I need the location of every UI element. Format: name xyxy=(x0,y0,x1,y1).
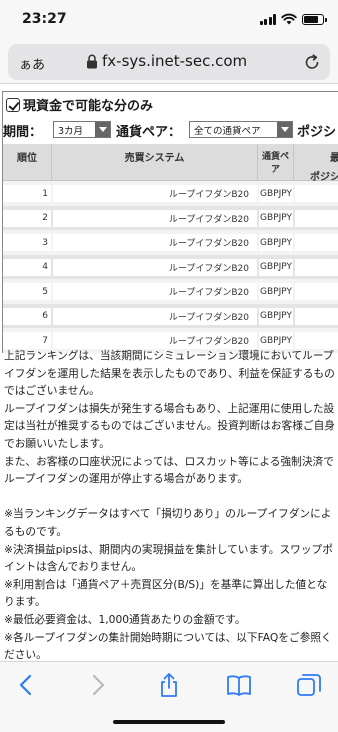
pair-cell: GBPJPY xyxy=(259,258,293,276)
table-row[interactable]: 5 ループイフダンB20 GBPJPY xyxy=(3,279,338,304)
period-select[interactable]: 3カ月 xyxy=(53,121,111,138)
header-rank[interactable]: 順位 xyxy=(3,144,52,181)
chevron-left-icon[interactable] xyxy=(14,672,40,698)
table-row[interactable]: 1 ループイフダンB20 GBPJPY xyxy=(3,181,338,206)
note-paragraph: ※利用割合は「通貨ペア＋売買区分(B/S)」を基準に算出した値となります。 xyxy=(4,577,328,609)
share-icon[interactable] xyxy=(156,672,182,698)
header-max-label: 最大 xyxy=(330,153,338,164)
max-position-cell xyxy=(295,283,338,300)
ranking-table: 順位 売買システム 通貨ペア 最大 ポジショ 1ループイフダンB20GBPJPY… xyxy=(3,144,338,353)
browser-toolbar xyxy=(0,661,338,732)
rank-cell: 1 xyxy=(3,185,51,202)
max-position-cell xyxy=(295,209,338,227)
rank-cell: 2 xyxy=(3,209,51,227)
rank-cell: 3 xyxy=(3,234,51,251)
table-body: 1 ループイフダンB20 GBPJPY 2 ループイフダンB20 GBPJPY 3 ループイフ… xyxy=(3,181,338,353)
reload-icon[interactable] xyxy=(303,53,321,71)
header-max-position[interactable]: 最大 ポジショ xyxy=(294,144,338,183)
pair-select-value: 全ての通貨ペア xyxy=(194,125,261,137)
header-pair[interactable]: 通貨ペア xyxy=(258,144,294,181)
max-position-cell xyxy=(295,258,338,276)
book-icon[interactable] xyxy=(226,672,252,698)
disclaimer-paragraph: ループイフダンは損失が発生する場合もあり、上記運用に使用した設定は当社が推奨する… xyxy=(4,401,335,450)
rank-cell: 6 xyxy=(3,307,51,325)
max-position-cell xyxy=(295,234,338,251)
header-system[interactable]: 売買システム xyxy=(52,144,258,181)
table-row[interactable]: 6 ループイフダンB20 GBPJPY xyxy=(3,303,338,328)
cellular-signal-icon xyxy=(259,13,276,25)
position-label: ポジショ xyxy=(297,125,338,140)
system-cell[interactable]: ループイフダンB20 xyxy=(53,234,257,251)
url-text[interactable]: fx-sys.inet-sec.com xyxy=(102,52,247,70)
available-funds-label: 現資金で可能な分のみ xyxy=(23,99,154,114)
filter-row: 期間： 3カ月 通貨ペア： 全ての通貨ペア ポジショ xyxy=(3,119,338,140)
disclaimer-paragraph: また、お客様の口座状況によっては、ロスカット等による強制決済でループイフダンの運… xyxy=(4,454,334,486)
note-paragraph: ※当ランキングデータはすべて「損切りあり」のループイフダンによるものです。 xyxy=(4,507,332,538)
battery-icon xyxy=(302,13,327,25)
chevron-down-icon xyxy=(277,122,292,137)
note-paragraph: ※最低必要資金は、1,000通貨あたりの金額です。 xyxy=(4,612,246,626)
pair-cell: GBPJPY xyxy=(259,307,293,325)
lock-icon xyxy=(87,54,97,69)
pair-cell: GBPJPY xyxy=(259,209,293,227)
screen: 23:27 ぁあ fx-sys.inet-sec.com 現資金で可能な分のみ … xyxy=(0,0,338,732)
max-position-cell xyxy=(295,307,338,325)
available-funds-filter[interactable]: 現資金で可能な分のみ xyxy=(6,95,153,114)
chevron-right-icon[interactable] xyxy=(84,672,110,698)
home-indicator xyxy=(113,720,225,724)
disclaimer-text: 上記ランキングは、当該期間にシミュレーション環境においてループイフダンを運用した… xyxy=(4,347,336,661)
web-content: 現資金で可能な分のみ 期間： 3カ月 通貨ペア： 全ての通貨ペア ポジショ 順位 xyxy=(0,85,338,661)
available-funds-checkbox[interactable] xyxy=(6,97,20,112)
pair-cell: GBPJPY xyxy=(259,185,293,202)
tabs-icon[interactable] xyxy=(296,672,322,698)
table-header: 順位 売買システム 通貨ペア 最大 ポジショ xyxy=(3,144,338,183)
system-cell[interactable]: ループイフダンB20 xyxy=(53,209,257,227)
system-cell[interactable]: ループイフダンB20 xyxy=(53,307,257,325)
system-cell[interactable]: ループイフダンB20 xyxy=(53,283,257,300)
rank-cell: 5 xyxy=(3,283,51,300)
note-paragraph: ※各ループイフダンの集計開始時期については、以下FAQをご参照ください。 xyxy=(4,630,332,662)
table-row[interactable]: 3 ループイフダンB20 GBPJPY xyxy=(3,230,338,255)
table-row[interactable]: 2 ループイフダンB20 GBPJPY xyxy=(3,205,338,230)
table-row[interactable]: 4 ループイフダンB20 GBPJPY xyxy=(3,254,338,279)
period-select-value: 3カ月 xyxy=(58,125,84,137)
pair-label: 通貨ペア： xyxy=(116,125,182,140)
status-icons xyxy=(259,13,327,25)
browser-address-area: ぁあ fx-sys.inet-sec.com xyxy=(0,40,338,84)
ranking-panel: 現資金で可能な分のみ 期間： 3カ月 通貨ペア： 全ての通貨ペア ポジショ 順位 xyxy=(2,91,338,353)
wifi-icon xyxy=(281,13,297,25)
system-cell[interactable]: ループイフダンB20 xyxy=(53,185,257,202)
pair-cell: GBPJPY xyxy=(259,234,293,251)
rank-cell: 4 xyxy=(3,258,51,276)
system-cell[interactable]: ループイフダンB20 xyxy=(53,258,257,276)
pair-select[interactable]: 全ての通貨ペア xyxy=(189,121,293,138)
status-time: 23:27 xyxy=(22,11,67,27)
address-bar[interactable]: ぁあ fx-sys.inet-sec.com xyxy=(8,44,330,80)
pair-cell: GBPJPY xyxy=(259,283,293,300)
note-paragraph: ※決済損益pipsは、期間内の実現損益を集計しています。スワップポイントは含んで… xyxy=(4,542,333,574)
status-bar: 23:27 xyxy=(0,0,338,40)
disclaimer-paragraph: 上記ランキングは、当該期間にシミュレーション環境においてループイフダンを運用した… xyxy=(4,349,335,398)
max-position-cell xyxy=(295,185,338,202)
reader-options-button[interactable]: ぁあ xyxy=(19,54,45,73)
period-label: 期間： xyxy=(3,125,43,140)
chevron-down-icon xyxy=(95,122,110,137)
